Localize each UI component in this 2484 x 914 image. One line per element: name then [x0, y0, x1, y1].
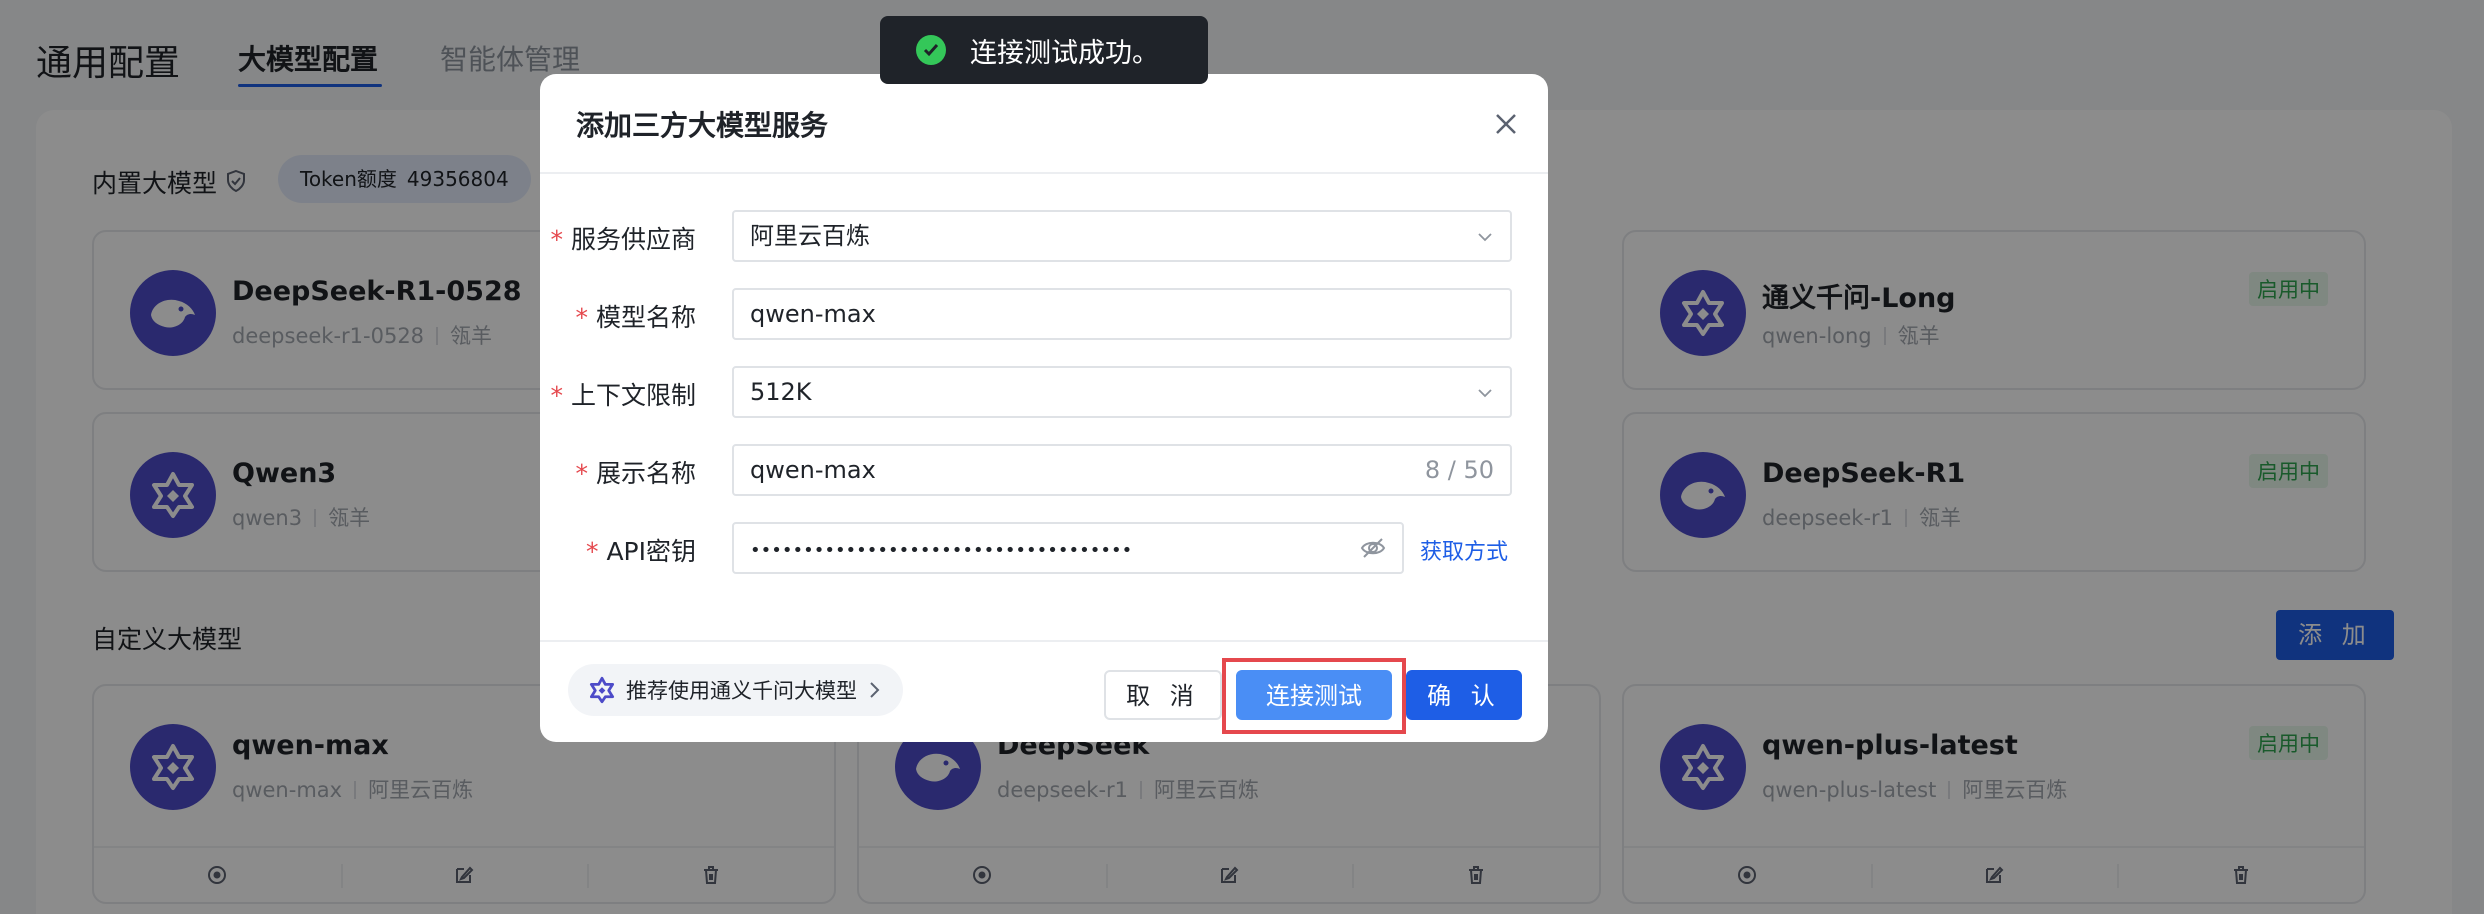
dialog-footer: 推荐使用通义千问大模型 取 消 连接测试 确 认	[540, 640, 1548, 742]
display-name-label: * 展示名称	[575, 459, 696, 488]
eye-off-icon[interactable]	[1360, 536, 1386, 560]
add-model-dialog: 添加三方大模型服务 * 服务供应商 阿里云百炼 * 模型名称 qwen-max * 上…	[540, 74, 1548, 742]
chevron-right-icon	[869, 681, 881, 699]
context-limit-value: 512K	[750, 378, 812, 406]
dialog-header: 添加三方大模型服务	[540, 74, 1548, 174]
chevron-down-icon	[1478, 233, 1492, 242]
model-name-value: qwen-max	[750, 300, 876, 328]
form-row-api-key: * API密钥 •••••••••••••••••••••••••••••••••…	[540, 522, 1548, 574]
success-toast: 连接测试成功。	[880, 16, 1208, 84]
char-counter: 8 / 50	[1424, 456, 1494, 484]
model-name-input[interactable]: qwen-max	[732, 288, 1512, 340]
cancel-button[interactable]: 取 消	[1104, 670, 1222, 720]
provider-value: 阿里云百炼	[750, 222, 870, 250]
api-key-input[interactable]: ••••••••••••••••••••••••••••••••••••	[732, 522, 1404, 574]
connection-test-button[interactable]: 连接测试	[1236, 670, 1392, 720]
close-icon[interactable]	[1490, 108, 1522, 140]
check-circle-icon	[916, 35, 946, 65]
context-limit-label: * 上下文限制	[550, 381, 696, 410]
form-row-context-limit: * 上下文限制 512K	[540, 366, 1548, 418]
qwen-star-icon	[588, 676, 616, 704]
api-key-label: * API密钥	[585, 537, 696, 566]
recommend-text: 推荐使用通义千问大模型	[626, 679, 857, 703]
get-api-key-link[interactable]: 获取方式	[1420, 534, 1508, 566]
chevron-down-icon	[1478, 389, 1492, 398]
context-limit-select[interactable]: 512K	[732, 366, 1512, 418]
display-name-input[interactable]: qwen-max 8 / 50	[732, 444, 1512, 496]
provider-label: * 服务供应商	[550, 225, 696, 254]
provider-select[interactable]: 阿里云百炼	[732, 210, 1512, 262]
api-key-value: ••••••••••••••••••••••••••••••••••••	[750, 540, 1133, 561]
form-row-display-name: * 展示名称 qwen-max 8 / 50	[540, 444, 1548, 496]
recommend-qwen-link[interactable]: 推荐使用通义千问大模型	[568, 664, 903, 716]
dialog-title: 添加三方大模型服务	[576, 109, 829, 142]
confirm-button[interactable]: 确 认	[1406, 670, 1522, 720]
form-row-provider: * 服务供应商 阿里云百炼	[540, 210, 1548, 262]
form-row-model-name: * 模型名称 qwen-max	[540, 288, 1548, 340]
display-name-value: qwen-max	[750, 456, 876, 484]
model-name-label: * 模型名称	[575, 303, 696, 332]
toast-message: 连接测试成功。	[970, 37, 1159, 69]
